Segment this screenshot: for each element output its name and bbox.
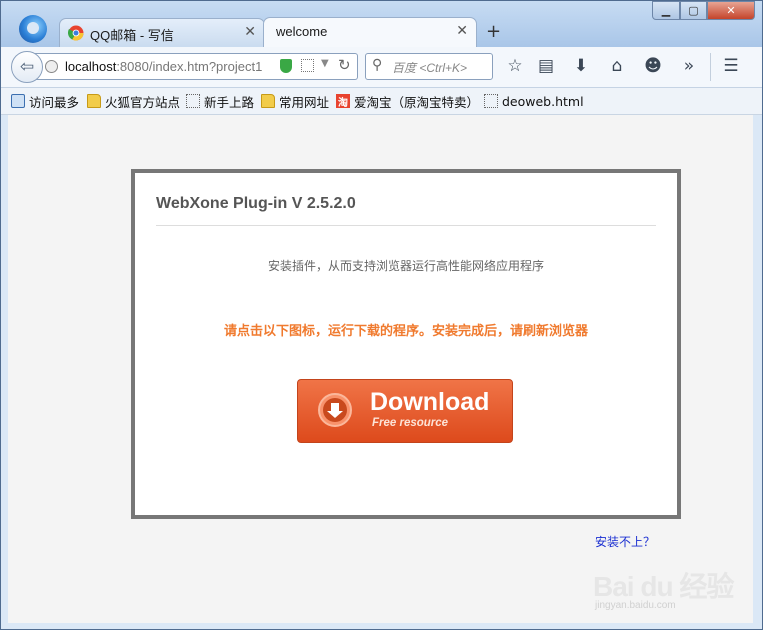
url-bar[interactable]: localhost:8080/index.htm?project1 ▼ ↻ [33,53,358,80]
page-title: WebXone Plug-in V 2.5.2.0 [156,195,356,212]
bookmark-label: 爱淘宝（原淘宝特卖） [354,94,480,110]
bookmarks-toolbar: 访问最多 火狐官方站点 新手上路 常用网址 淘 爱淘宝（原淘宝特卖） deowe… [1,88,762,115]
new-tab-button[interactable]: + [486,21,501,42]
page-icon [484,94,498,108]
navigation-toolbar: localhost:8080/index.htm?project1 ▼ ↻ ⇦ … [1,47,762,88]
history-icon [11,94,25,108]
close-tab-icon[interactable]: ✕ [456,23,468,39]
hamburger-menu-icon[interactable]: ☰ [720,56,742,76]
url-host: localhost [65,59,117,74]
tab-label: QQ邮箱 - 写信 [90,28,174,43]
close-window-button[interactable]: ✕ [707,1,755,20]
chevron-down-icon[interactable]: ▼ [321,58,329,69]
install-help-link[interactable]: 安装不上？ [595,533,655,550]
tab-bar: QQ邮箱 - 写信 ✕ welcome ✕ + ▁ ▢ ✕ [1,1,762,48]
download-sublabel: Free resource [372,417,449,429]
bookmark-deoweb[interactable]: deoweb.html [484,92,584,110]
taobao-icon: 淘 [336,94,350,109]
bookmark-label: 新手上路 [204,94,255,110]
toolbar-separator [710,53,711,81]
plugin-description: 安装插件，从而支持浏览器运行高性能网络应用程序 [267,259,544,273]
tab-label: welcome [276,24,328,39]
bookmark-ai-taobao[interactable]: 淘 爱淘宝（原淘宝特卖） [336,92,479,110]
tab-qq-mail[interactable]: QQ邮箱 - 写信 ✕ [59,18,265,48]
minimize-button[interactable]: ▁ [652,1,680,20]
chrome-style-icon [68,25,84,41]
qr-code-icon[interactable] [301,59,314,72]
close-tab-icon[interactable]: ✕ [244,24,256,40]
bookmark-label: deoweb.html [502,93,584,109]
baidu-jingyan-watermark: Bai du 经验 jingyan.baidu.com [593,565,734,615]
search-input[interactable]: ⚲ 百度 <Ctrl+K> [365,53,493,80]
bookmark-label: 常用网址 [279,94,330,110]
emoji-icon[interactable]: ☻ [642,56,664,76]
globe-icon [45,60,58,73]
bookmark-common-sites[interactable]: 常用网址 [261,92,329,110]
search-placeholder: 百度 <Ctrl+K> [392,61,468,75]
download-arrow-icon [318,393,352,427]
watermark-url: jingyan.baidu.com [595,600,676,611]
download-label: Download [370,388,490,416]
bookmark-label: 火狐官方站点 [105,94,181,110]
back-button[interactable]: ⇦ [11,51,43,83]
home-icon[interactable]: ⌂ [606,56,628,76]
bookmark-getting-started[interactable]: 新手上路 [186,92,254,110]
arrow-left-icon: ⇦ [19,57,35,77]
page-icon [186,94,200,108]
watermark-logo: Bai du 经验 [593,571,734,602]
download-icon[interactable]: ⬇ [570,56,592,76]
folder-icon [87,94,101,108]
plugin-install-card: WebXone Plug-in V 2.5.2.0 安装插件，从而支持浏览器运行… [131,169,681,519]
tab-welcome[interactable]: welcome ✕ [263,17,477,48]
bookmark-most-visited[interactable]: 访问最多 [11,92,79,110]
bookmark-label: 访问最多 [29,94,80,110]
reload-icon[interactable]: ↻ [338,56,351,74]
folder-icon [261,94,275,108]
shield-icon[interactable] [280,59,292,73]
bookmark-star-icon[interactable]: ☆ [504,56,526,76]
url-path: :8080/index.htm?project1 [116,59,263,74]
bookmark-firefox-site[interactable]: 火狐官方站点 [87,92,180,110]
page-content: WebXone Plug-in V 2.5.2.0 安装插件，从而支持浏览器运行… [8,115,753,623]
install-instruction: 请点击以下图标，运行下载的程序。安装完成后，请刷新浏览器 [223,324,588,339]
browser-window: QQ邮箱 - 写信 ✕ welcome ✕ + ▁ ▢ ✕ localhost:… [0,0,763,630]
bookmarks-menu-icon[interactable]: ▤ [535,56,557,76]
download-button[interactable]: Download Free resource [297,379,513,443]
url-text[interactable]: localhost:8080/index.htm?project1 [65,59,262,74]
search-icon: ⚲ [372,57,383,73]
overflow-chevron-icon[interactable]: » [678,56,700,76]
maximize-button[interactable]: ▢ [680,1,707,20]
firefox-menu-icon[interactable] [19,15,47,43]
divider [156,225,656,226]
